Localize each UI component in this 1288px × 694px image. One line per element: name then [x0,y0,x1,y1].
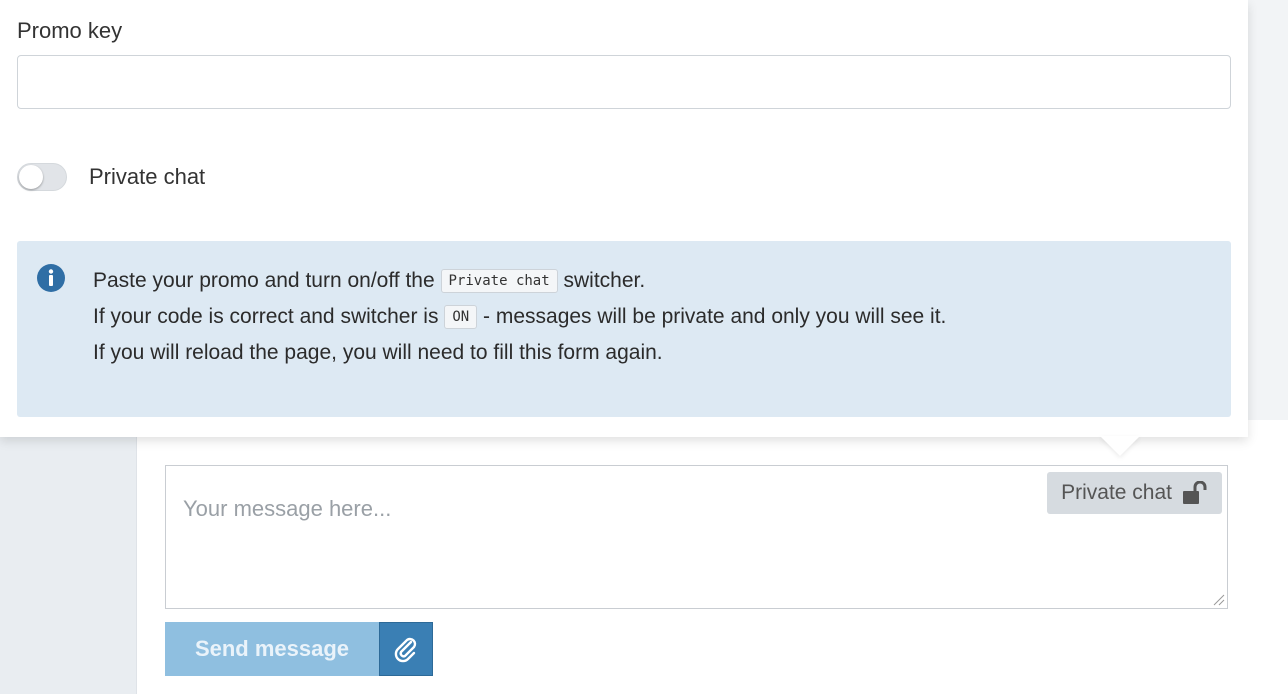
info-circle-icon [37,264,65,292]
paperclip-icon [394,637,417,663]
sidebar-strip [0,420,136,694]
private-chat-toggle-label: Private chat [89,164,206,189]
promo-key-label: Promo key [17,18,123,43]
info-line-2-text: If your code is correct and switcher is [93,305,439,328]
resize-grip-icon[interactable] [1211,592,1225,606]
info-alert: Paste your promo and turn on/off the Pri… [17,241,1231,417]
message-placeholder: Your message here... [183,496,392,521]
private-chat-toggle-row: Private chat [17,163,205,191]
info-line-2-suffix: - messages will be private and only you … [483,305,947,328]
message-textarea[interactable]: Your message here... Private chat [165,465,1228,609]
code-on: ON [444,305,478,329]
code-private-chat: Private chat [440,269,558,293]
unlock-icon [1183,481,1207,504]
private-chat-badge-label: Private chat [1061,481,1172,504]
info-line-3: If you will reload the page, you will ne… [93,341,663,364]
private-chat-badge[interactable]: Private chat [1047,472,1222,514]
info-line-1-suffix: switcher. [563,269,646,292]
info-line-1-text: Paste your promo and turn on/off the [93,269,435,292]
private-chat-popover: Promo key Private chat Paste your promo … [0,0,1248,437]
info-text: Paste your promo and turn on/off the Pri… [93,263,946,371]
promo-key-input[interactable] [17,55,1231,109]
info-line-1: Paste your promo and turn on/off the Pri… [93,263,946,299]
attach-button[interactable] [379,622,433,676]
send-message-button[interactable]: Send message [165,622,379,676]
private-chat-toggle[interactable] [17,163,67,191]
send-button-group: Send message [165,622,433,676]
info-line-2: If your code is correct and switcher is … [93,299,946,335]
popover-arrow [1100,436,1140,456]
toggle-knob [19,165,43,189]
